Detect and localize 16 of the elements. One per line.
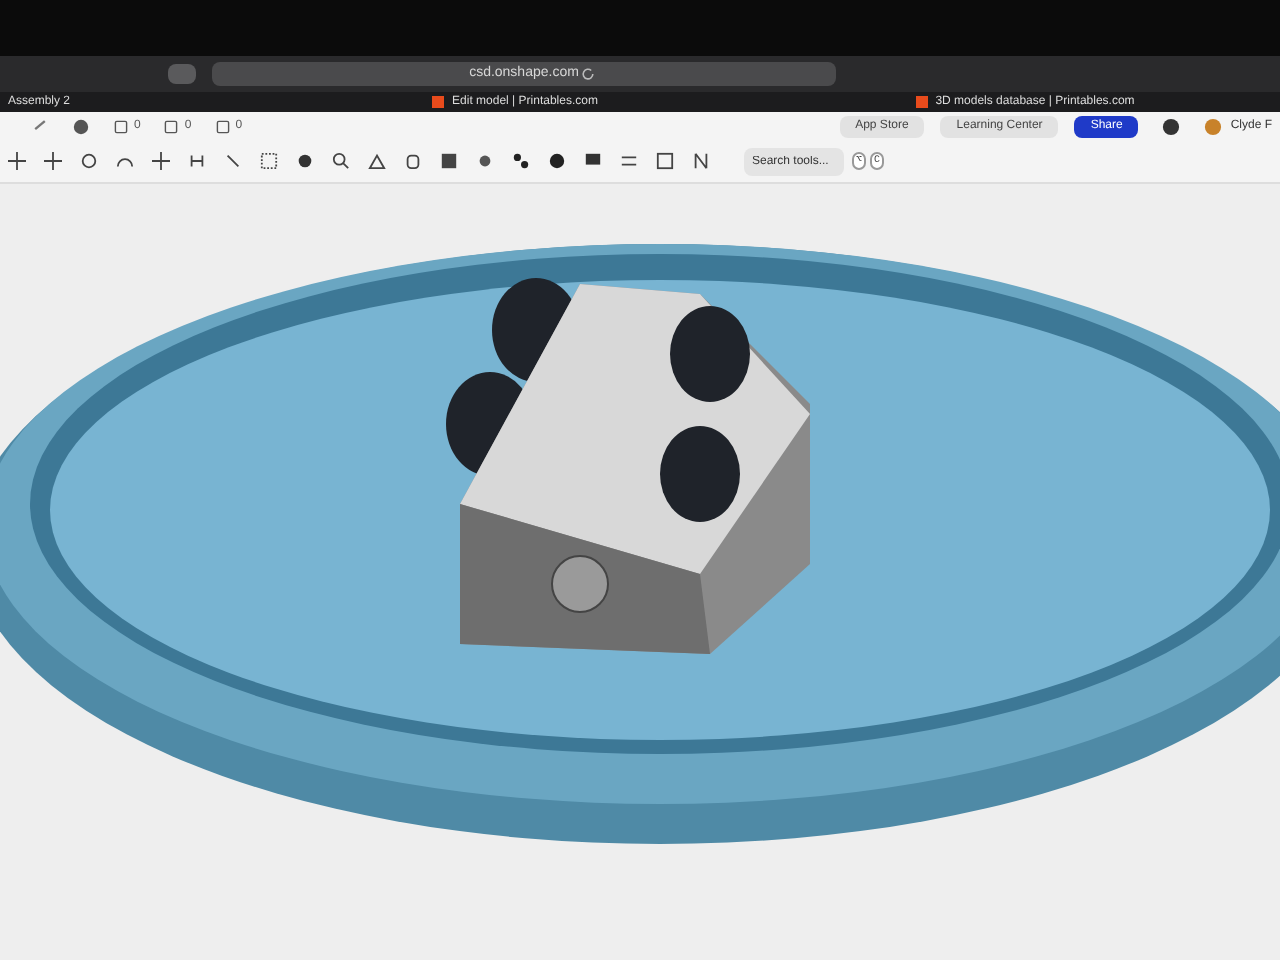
slash-icon[interactable]: [224, 152, 242, 170]
site-logo-icon: [432, 96, 445, 108]
reload-icon[interactable]: [580, 66, 596, 82]
cross-arrows-icon[interactable]: [8, 152, 26, 170]
site-logo-icon: [915, 96, 928, 108]
cross-arrows-icon[interactable]: [44, 152, 62, 170]
dotted-square-icon[interactable]: [260, 152, 278, 170]
magnifier-icon[interactable]: [332, 152, 350, 170]
bracket-icon[interactable]: [188, 152, 206, 170]
cross-arrows-icon[interactable]: [152, 152, 170, 170]
lines-icon[interactable]: [620, 152, 638, 170]
link-icon[interactable]: [512, 152, 530, 170]
user-avatar-icon[interactable]: [1204, 117, 1223, 135]
arc-icon[interactable]: [116, 152, 134, 170]
globe-icon[interactable]: [72, 117, 90, 135]
sidebar-toggle-button[interactable]: [168, 64, 196, 84]
